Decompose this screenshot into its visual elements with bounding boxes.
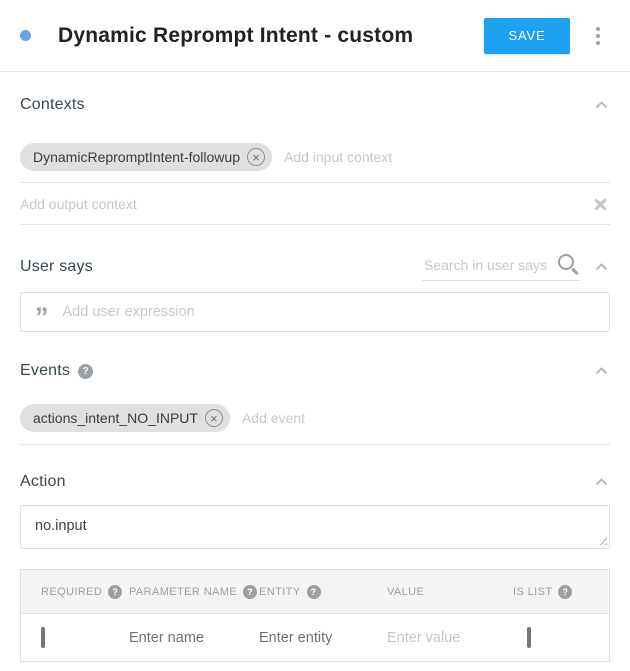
parameters-table-header: REQUIRED ? PARAMETER NAME ? ENTITY ? VAL… (21, 570, 609, 614)
user-says-title: User says (20, 258, 93, 276)
add-event-input[interactable] (242, 410, 610, 426)
contexts-title: Contexts (20, 96, 85, 114)
value-input[interactable] (387, 630, 497, 646)
chevron-up-icon (595, 101, 608, 109)
parameters-table: REQUIRED ? PARAMETER NAME ? ENTITY ? VAL… (20, 569, 610, 662)
contexts-collapse-button[interactable] (593, 99, 610, 111)
add-output-context-input[interactable] (20, 196, 594, 212)
input-contexts-row: DynamicRepromptIntent-followup × (20, 143, 610, 183)
intent-priority-dot[interactable] (20, 30, 31, 41)
action-name-textarea[interactable]: no.input (20, 505, 610, 549)
events-help-icon[interactable]: ? (78, 364, 93, 379)
search-icon[interactable] (557, 254, 578, 275)
contexts-section-header: Contexts (20, 95, 610, 115)
entity-help-icon[interactable]: ? (307, 585, 321, 599)
col-entity: ENTITY ? (259, 585, 387, 599)
required-help-icon[interactable]: ? (108, 585, 122, 599)
parameter-row (21, 614, 609, 661)
chevron-up-icon (595, 263, 608, 271)
is-list-checkbox[interactable] (527, 627, 531, 648)
parameter-name-input[interactable] (129, 630, 239, 646)
action-collapse-button[interactable] (593, 476, 610, 488)
output-contexts-row (20, 183, 610, 225)
col-is-list: IS LIST ? (513, 585, 609, 599)
event-chip: actions_intent_NO_INPUT × (20, 404, 230, 432)
action-title: Action (20, 473, 66, 491)
col-parameter-name: PARAMETER NAME ? (129, 585, 259, 599)
intent-title: Dynamic Reprompt Intent - custom (58, 24, 413, 48)
save-button[interactable]: SAVE (484, 18, 570, 54)
user-says-section-header: User says (20, 252, 610, 281)
intent-header: Dynamic Reprompt Intent - custom SAVE (0, 0, 630, 72)
is-list-help-icon[interactable]: ? (558, 585, 572, 599)
parameter-name-help-icon[interactable]: ? (243, 585, 257, 599)
add-user-expression-input[interactable] (63, 304, 598, 320)
chevron-up-icon (595, 367, 608, 375)
clear-contexts-icon[interactable] (594, 198, 607, 211)
input-context-chip: DynamicRepromptIntent-followup × (20, 143, 272, 171)
more-options-icon[interactable] (592, 23, 604, 49)
action-section-header: Action (20, 472, 610, 492)
user-says-search-box (422, 252, 580, 281)
action-field-wrap: no.input (20, 505, 610, 549)
required-checkbox[interactable] (41, 627, 45, 648)
user-says-collapse-button[interactable] (593, 261, 610, 273)
remove-input-context-icon[interactable]: × (247, 148, 265, 166)
events-section-header: Events ? (20, 361, 610, 381)
events-collapse-button[interactable] (593, 365, 610, 377)
event-chip-label: actions_intent_NO_INPUT (33, 410, 198, 426)
entity-input[interactable] (259, 630, 369, 646)
add-input-context-input[interactable] (284, 149, 610, 165)
search-user-says-input[interactable] (424, 257, 549, 273)
chevron-up-icon (595, 478, 608, 486)
input-context-chip-label: DynamicRepromptIntent-followup (33, 149, 240, 165)
col-value: VALUE (387, 586, 513, 598)
events-row: actions_intent_NO_INPUT × (20, 404, 610, 445)
events-title: Events (20, 362, 70, 380)
remove-event-icon[interactable]: × (205, 409, 223, 427)
user-expression-box: ” (20, 292, 610, 332)
col-required: REQUIRED ? (41, 585, 129, 599)
